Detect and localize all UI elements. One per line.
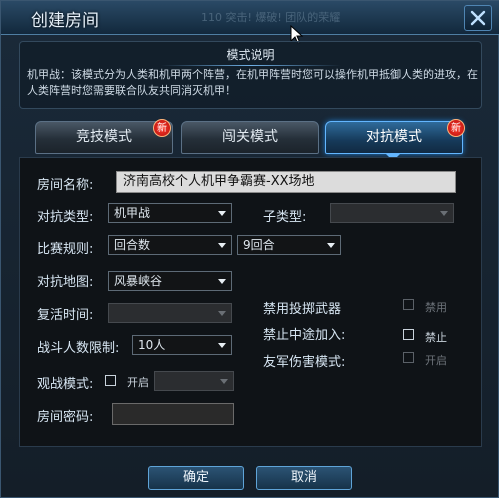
background-text: 110 突击! 爆破! 团队的荣耀 bbox=[201, 11, 341, 24]
selected-value: 风暴峡谷 bbox=[114, 274, 163, 288]
chevron-down-icon bbox=[218, 211, 226, 216]
friendly-fire-checkbox[interactable] bbox=[403, 352, 414, 363]
chevron-down-icon bbox=[440, 211, 448, 216]
chevron-down-icon bbox=[220, 379, 228, 384]
tab-label: 闯关模式 bbox=[222, 129, 278, 145]
battle-type-label: 对抗类型: bbox=[37, 210, 94, 225]
spectate-checkbox[interactable] bbox=[105, 375, 116, 386]
tab-label: 对抗模式 bbox=[366, 129, 422, 145]
no-midjoin-label: 禁止中途加入: bbox=[263, 328, 346, 343]
mode-description-title: 模式说明 bbox=[226, 48, 275, 62]
friendly-fire-label: 友军伤害模式: bbox=[263, 355, 346, 370]
spectate-select[interactable] bbox=[154, 371, 234, 391]
chevron-down-icon bbox=[218, 311, 226, 316]
room-name-input[interactable]: 济南高校个人机甲争霸赛-XX场地 bbox=[116, 171, 456, 193]
battle-type-select[interactable]: 机甲战 bbox=[108, 203, 232, 223]
window-title: 创建房间 bbox=[31, 11, 99, 31]
selected-value: 回合数 bbox=[114, 238, 151, 252]
disable-throw-label: 禁用投掷武器 bbox=[263, 302, 342, 317]
mode-description-text: 机甲战：该模式分为人类和机甲两个阵营，在机甲阵营时您可以操作机甲抵御人类的进攻，… bbox=[27, 68, 478, 97]
tab-versus[interactable]: 对抗模式 bbox=[325, 121, 463, 154]
revive-time-select[interactable] bbox=[108, 303, 232, 323]
close-icon bbox=[470, 10, 486, 26]
map-select[interactable]: 风暴峡谷 bbox=[108, 271, 232, 291]
player-limit-select[interactable]: 10人 bbox=[132, 335, 232, 355]
chevron-down-icon bbox=[218, 279, 226, 284]
description-divider bbox=[161, 65, 341, 66]
cancel-button[interactable]: 取消 bbox=[256, 466, 352, 490]
room-password-label: 房间密码: bbox=[37, 410, 94, 425]
player-limit-label: 战斗人数限制: bbox=[37, 341, 120, 356]
map-label: 对抗地图: bbox=[37, 275, 94, 290]
chevron-down-icon bbox=[327, 243, 335, 248]
subtype-label: 子类型: bbox=[263, 210, 307, 225]
rounds-select[interactable]: 9回合 bbox=[237, 235, 341, 255]
tab-challenge[interactable]: 闯关模式 bbox=[181, 121, 319, 154]
rule-select[interactable]: 回合数 bbox=[108, 235, 232, 255]
room-password-input[interactable] bbox=[112, 403, 234, 425]
chevron-down-icon bbox=[218, 343, 226, 348]
rule-label: 比赛规则: bbox=[37, 242, 94, 257]
chevron-down-icon bbox=[218, 243, 226, 248]
close-button[interactable] bbox=[464, 5, 492, 31]
revive-time-label: 复活时间: bbox=[37, 308, 94, 323]
no-midjoin-checkbox[interactable] bbox=[403, 329, 414, 340]
title-bar[interactable]: 创建房间 110 突击! 爆破! 团队的荣耀 bbox=[1, 1, 499, 35]
friendly-fire-option: 开启 bbox=[425, 354, 447, 367]
tab-label: 竞技模式 bbox=[76, 129, 132, 145]
confirm-button[interactable]: 确定 bbox=[148, 466, 244, 490]
spectate-option-label: 开启 bbox=[127, 376, 149, 389]
selected-value: 10人 bbox=[138, 338, 166, 352]
selected-value: 机甲战 bbox=[114, 206, 151, 220]
disable-throw-checkbox[interactable] bbox=[403, 299, 414, 310]
new-badge: 新 bbox=[153, 119, 171, 137]
disable-throw-option: 禁用 bbox=[425, 301, 447, 314]
room-name-label: 房间名称: bbox=[37, 178, 94, 193]
subtype-select[interactable] bbox=[330, 203, 454, 223]
create-room-window: 创建房间 110 突击! 爆破! 团队的荣耀 模式说明 机甲战：该模式分为人类和… bbox=[0, 0, 499, 498]
spectate-mode-label: 观战模式: bbox=[37, 377, 94, 392]
no-midjoin-option: 禁止 bbox=[425, 331, 447, 344]
selected-value: 9回合 bbox=[243, 238, 275, 252]
new-badge: 新 bbox=[447, 119, 465, 137]
